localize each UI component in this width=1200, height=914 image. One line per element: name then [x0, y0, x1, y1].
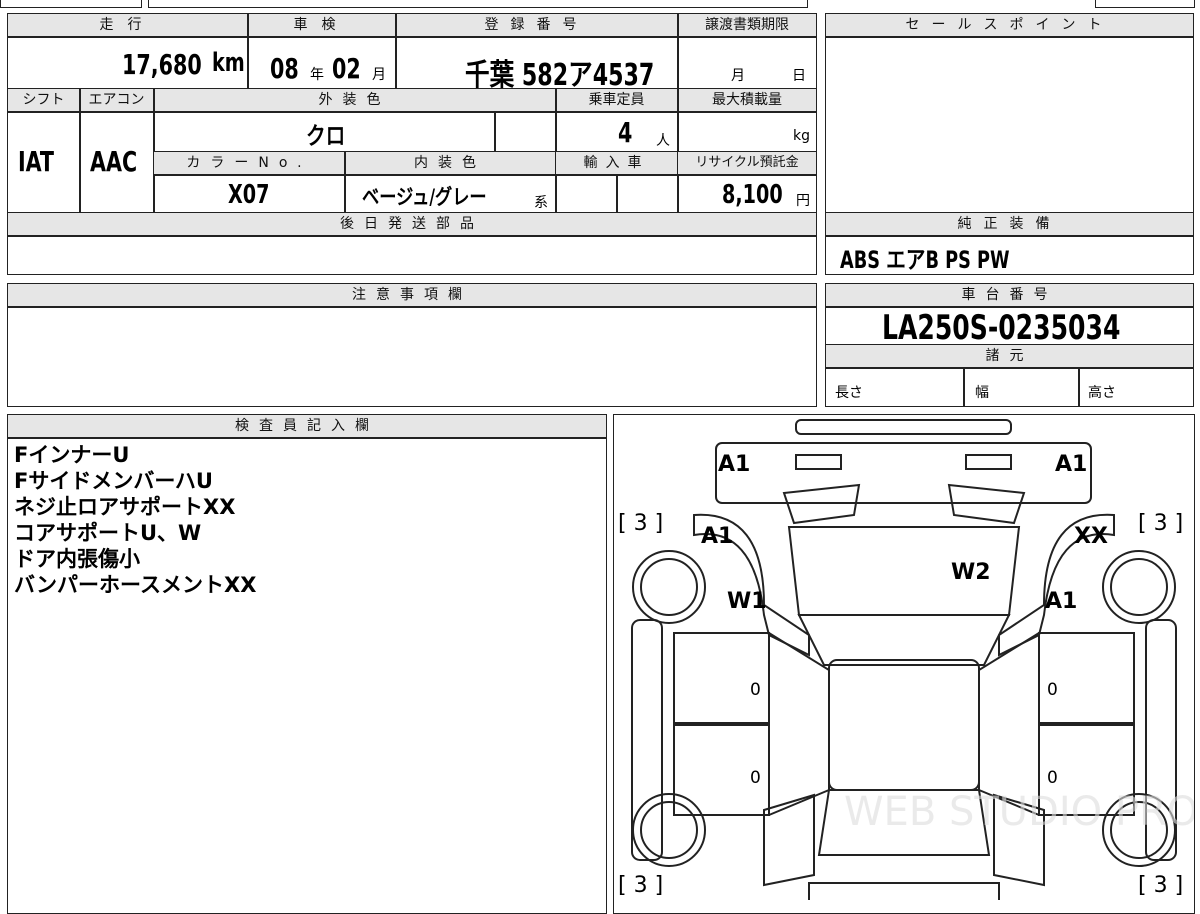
width-label: 幅	[975, 385, 989, 401]
inspection-month: 02	[332, 52, 361, 85]
interior-color-value: ベージュ/グレー	[362, 185, 487, 209]
shift-value: IAT	[18, 145, 54, 178]
sales-point-header: セールスポイント	[826, 14, 1193, 36]
recycle-header: リサイクル預託金	[678, 152, 816, 174]
ac-value: AAC	[90, 145, 138, 178]
exterior-color-header: 外装色	[154, 89, 555, 111]
capacity-value: 4	[618, 116, 633, 149]
mark-right-fender: XX	[1074, 524, 1108, 549]
note-line: ネジ止ロアサポートXX	[14, 495, 236, 519]
cautions-header: 注意事項欄	[8, 284, 816, 306]
color-no-value: X07	[228, 180, 270, 210]
mark-tire-fl: [ 3 ]	[618, 511, 664, 536]
note-line: FインナーU	[14, 443, 130, 467]
inspection-month-unit: 月	[372, 67, 386, 83]
recycle-value: 8,100	[722, 180, 783, 210]
max-load-header: 最大積載量	[678, 89, 816, 111]
mark-tire-fr: [ 3 ]	[1138, 511, 1184, 536]
note-line: FサイドメンバーハU	[14, 469, 213, 493]
inspection-year-unit: 年	[310, 67, 324, 83]
specs-header: 諸元	[826, 345, 1193, 367]
exterior-color-value: クロ	[306, 122, 346, 150]
mark-front-right-corner: A1	[1055, 452, 1088, 477]
mark-tire-rl: [ 3 ]	[618, 873, 664, 898]
diagram-watermark: WEB STUDIO PRO	[844, 789, 1194, 835]
mileage-unit: km	[212, 48, 245, 78]
note-line: コアサポートU、W	[14, 521, 202, 545]
top-strip-left	[0, 0, 142, 8]
top-strip-right	[1095, 0, 1195, 8]
shift-header: シフト	[8, 89, 79, 111]
transfer-month-unit: 月	[731, 68, 745, 84]
mark-left-front-door: 0	[750, 680, 761, 700]
genuine-equipment-header: 純正装備	[826, 213, 1193, 235]
inspection-header: 車検	[248, 14, 395, 36]
chassis-header: 車台番号	[826, 284, 1193, 306]
mark-left-fender: A1	[701, 524, 734, 549]
mark-right-front: A1	[1045, 589, 1078, 614]
mark-left-front: W1	[727, 589, 767, 614]
max-load-unit: kg	[793, 128, 810, 144]
later-parts-header: 後日発送部品	[8, 213, 816, 235]
mark-right-rear-door: 0	[1047, 768, 1058, 788]
mark-right-front-door: 0	[1047, 680, 1058, 700]
top-strip-mid	[148, 0, 808, 8]
mileage-value: 17,680	[122, 48, 202, 81]
interior-color-suffix: 系	[534, 195, 548, 211]
height-label: 高さ	[1088, 385, 1116, 401]
registration-header: 登録番号	[396, 14, 677, 36]
note-line: ドア内張傷小	[14, 547, 140, 571]
inspection-year: 08	[270, 52, 299, 85]
capacity-header: 乗車定員	[556, 89, 677, 111]
note-line: バンパーホースメントXX	[14, 573, 257, 597]
mark-front-left-corner: A1	[718, 452, 751, 477]
mark-left-rear-door: 0	[750, 768, 761, 788]
inspector-notes: FインナーU FサイドメンバーハU ネジ止ロアサポートXX コアサポートU、W …	[14, 442, 256, 598]
inspector-header: 検査員記入欄	[8, 415, 606, 437]
genuine-equipment-value: ABS エアB PS PW	[840, 246, 1010, 274]
transfer-day-unit: 日	[792, 68, 806, 84]
mileage-header: 走行	[8, 14, 247, 36]
ac-header: エアコン	[80, 89, 153, 111]
chassis-value: LA250S-0235034	[882, 308, 1121, 348]
length-label: 長さ	[835, 385, 863, 401]
import-header: 輸入車	[556, 152, 677, 174]
mark-tire-rr: [ 3 ]	[1138, 873, 1184, 898]
transfer-deadline-header: 譲渡書類期限	[678, 14, 816, 36]
interior-color-header: 内装色	[345, 152, 555, 174]
capacity-unit: 人	[656, 133, 670, 149]
recycle-unit: 円	[796, 193, 810, 209]
color-no-header: カラーNo.	[154, 152, 344, 174]
car-diagram: WEB STUDIO PRO	[631, 419, 1194, 900]
mark-hood: W2	[951, 560, 991, 585]
